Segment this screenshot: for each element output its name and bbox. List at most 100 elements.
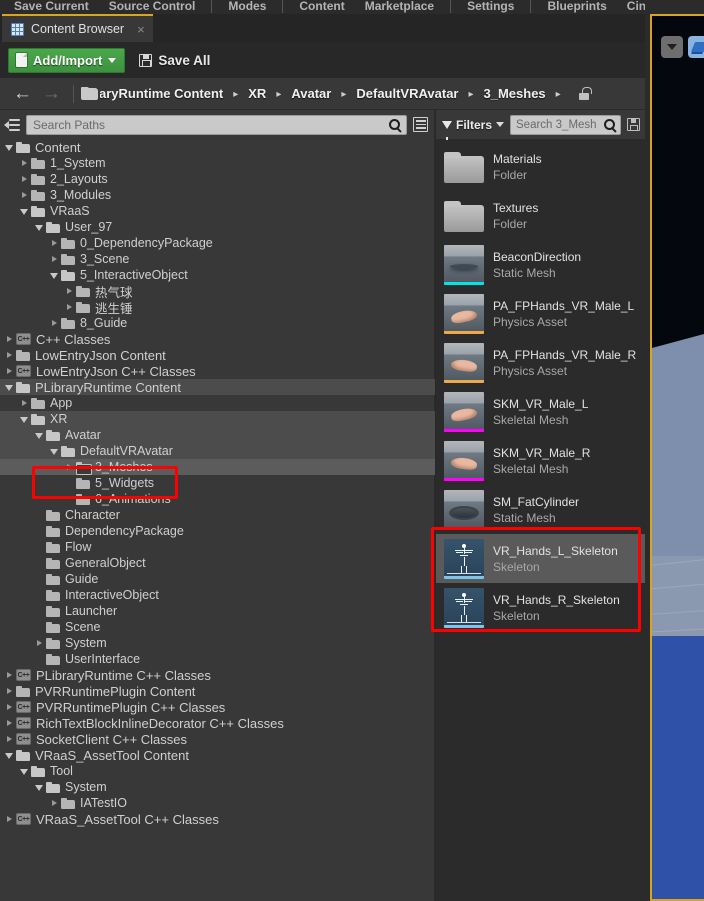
tree-item-[interactable]: 逃生锤 — [0, 299, 435, 316]
chevron-down-icon[interactable] — [4, 142, 15, 153]
tree-item-vraas-assettool-content[interactable]: VRaaS_AssetTool Content — [0, 747, 435, 763]
save-all-button[interactable]: Save All — [139, 53, 210, 68]
chevron-right-icon[interactable] — [64, 462, 75, 473]
chevron-right-icon[interactable] — [19, 174, 30, 185]
chevron-right-icon[interactable] — [64, 302, 75, 313]
tree-item-vraas[interactable]: VRaaS — [0, 203, 435, 219]
chevron-down-icon[interactable] — [19, 414, 30, 425]
menu-item-blueprints[interactable]: Blueprints — [537, 0, 616, 12]
breadcrumb-item-avatar[interactable]: Avatar — [290, 86, 332, 101]
tree-item-guide[interactable]: Guide — [0, 571, 435, 587]
asset-item[interactable]: VR_Hands_L_Skeleton Skeleton — [436, 534, 645, 583]
breadcrumb-item-root[interactable]: aryRuntime Content — [100, 86, 224, 101]
save-search-icon[interactable] — [627, 118, 640, 131]
asset-item[interactable]: BeaconDirection Static Mesh — [436, 240, 645, 289]
tree-item-3-scene[interactable]: 3_Scene — [0, 251, 435, 267]
path-tree[interactable]: Content 1_System 2_Layouts 3_Modules VRaaS Us… — [0, 139, 435, 901]
add-import-button[interactable]: Add/Import — [8, 47, 126, 73]
asset-item[interactable]: PA_FPHands_VR_Male_L Physics Asset — [436, 289, 645, 338]
chevron-right-icon[interactable] — [19, 190, 30, 201]
tree-item-xr[interactable]: XR — [0, 411, 435, 427]
tree-item-userinterface[interactable]: UserInterface — [0, 651, 435, 667]
tree-item-flow[interactable]: Flow — [0, 539, 435, 555]
chevron-down-icon[interactable] — [4, 382, 15, 393]
back-button[interactable]: ← — [8, 84, 37, 103]
tree-item-system[interactable]: System — [0, 635, 435, 651]
menu-item-modes[interactable]: Modes — [218, 0, 276, 12]
tree-item-defaultvravatar[interactable]: DefaultVRAvatar — [0, 443, 435, 459]
paths-view-options-icon[interactable] — [413, 117, 428, 132]
tree-item-0-dependencypackage[interactable]: 0_DependencyPackage — [0, 235, 435, 251]
asset-item[interactable]: Materials Folder — [436, 142, 645, 191]
chevron-down-icon[interactable] — [49, 270, 60, 281]
chevron-right-icon[interactable] — [4, 686, 15, 697]
tree-item-plibraryruntime-c-classes[interactable]: C++ PLibraryRuntime C++ Classes — [0, 667, 435, 683]
tree-item-avatar[interactable]: Avatar — [0, 427, 435, 443]
filters-button[interactable]: Filters — [442, 118, 505, 140]
tree-item-dependencypackage[interactable]: DependencyPackage — [0, 523, 435, 539]
tree-item-richtextblockinlinedecorator-c-classes[interactable]: C++ RichTextBlockInlineDecorator C++ Clas… — [0, 715, 435, 731]
menu-item-save-current[interactable]: Save Current — [4, 0, 99, 12]
chevron-right-icon[interactable] — [19, 158, 30, 169]
chevron-right-icon[interactable] — [4, 366, 15, 377]
breadcrumb-item-xr[interactable]: XR — [247, 86, 267, 101]
tree-item-interactiveobject[interactable]: InteractiveObject — [0, 587, 435, 603]
chevron-down-icon[interactable] — [49, 446, 60, 457]
tree-item-system[interactable]: System — [0, 779, 435, 795]
tree-item-app[interactable]: App — [0, 395, 435, 411]
chevron-down-icon[interactable] — [19, 206, 30, 217]
asset-item[interactable]: VR_Hands_R_Skeleton Skeleton — [436, 583, 645, 632]
forward-button[interactable]: → — [37, 84, 66, 103]
menu-item-source-control[interactable]: Source Control — [99, 0, 206, 12]
asset-list[interactable]: Materials Folder Textures Folder BeaconDirec… — [436, 139, 645, 901]
tree-item-content[interactable]: Content — [0, 139, 435, 155]
asset-item[interactable]: SM_FatCylinder Static Mesh — [436, 485, 645, 534]
tree-item-plibraryruntime-content[interactable]: PLibraryRuntime Content — [0, 379, 435, 395]
tree-item-8-guide[interactable]: 8_Guide — [0, 315, 435, 331]
chevron-right-icon[interactable] — [49, 798, 60, 809]
tree-item-tool[interactable]: Tool — [0, 763, 435, 779]
move-mode-button[interactable] — [688, 36, 704, 58]
tab-content-browser[interactable]: Content Browser × — [2, 14, 153, 42]
tree-item-iatestio[interactable]: IATestIO — [0, 795, 435, 811]
chevron-right-icon[interactable] — [4, 814, 15, 825]
asset-search-input[interactable]: Search 3_Mesh — [510, 114, 621, 135]
viewport-options-button[interactable] — [661, 36, 683, 58]
asset-item[interactable]: SKM_VR_Male_R Skeletal Mesh — [436, 436, 645, 485]
path-lock-icon[interactable] — [578, 87, 590, 100]
chevron-down-icon[interactable] — [19, 766, 30, 777]
chevron-down-icon[interactable] — [34, 782, 45, 793]
chevron-right-icon[interactable] — [4, 718, 15, 729]
chevron-right-icon[interactable] — [49, 318, 60, 329]
chevron-down-icon[interactable] — [34, 222, 45, 233]
tree-item-5-widgets[interactable]: 5_Widgets — [0, 475, 435, 491]
breadcrumb-item-defaultvravatar[interactable]: DefaultVRAvatar — [355, 86, 459, 101]
chevron-right-icon[interactable] — [4, 350, 15, 361]
tree-item-c-classes[interactable]: C++ C++ Classes — [0, 331, 435, 347]
tree-item-scene[interactable]: Scene — [0, 619, 435, 635]
menu-item-content[interactable]: Content — [289, 0, 354, 12]
menu-item-marketplace[interactable]: Marketplace — [355, 0, 444, 12]
chevron-right-icon[interactable] — [4, 334, 15, 345]
tree-item-user-97[interactable]: User_97 — [0, 219, 435, 235]
tree-item-character[interactable]: Character — [0, 507, 435, 523]
tree-item-pvrruntimeplugin-c-classes[interactable]: C++ PVRRuntimePlugin C++ Classes — [0, 699, 435, 715]
search-paths-input[interactable]: Search Paths — [26, 114, 407, 135]
tree-item-3-modules[interactable]: 3_Modules — [0, 187, 435, 203]
asset-item[interactable]: SKM_VR_Male_L Skeletal Mesh — [436, 387, 645, 436]
tree-item-1-system[interactable]: 1_System — [0, 155, 435, 171]
tree-item-[interactable]: 热气球 — [0, 283, 435, 300]
level-viewport[interactable] — [650, 14, 704, 901]
chevron-down-icon[interactable] — [34, 430, 45, 441]
tree-item-vraas-assettool-c-classes[interactable]: C++ VRaaS_AssetTool C++ Classes — [0, 811, 435, 827]
chevron-down-icon[interactable] — [4, 750, 15, 761]
breadcrumb-item-3-meshes[interactable]: 3_Meshes — [483, 86, 547, 101]
asset-item[interactable]: PA_FPHands_VR_Male_R Physics Asset — [436, 338, 645, 387]
chevron-right-icon[interactable] — [4, 670, 15, 681]
tree-item-generalobject[interactable]: GeneralObject — [0, 555, 435, 571]
chevron-right-icon[interactable] — [49, 254, 60, 265]
tree-item-2-layouts[interactable]: 2_Layouts — [0, 171, 435, 187]
tree-item-6-animations[interactable]: 6_Animations — [0, 491, 435, 507]
tree-item-3-meshes[interactable]: 3_Meshes — [0, 459, 435, 475]
close-icon[interactable]: × — [137, 23, 145, 36]
